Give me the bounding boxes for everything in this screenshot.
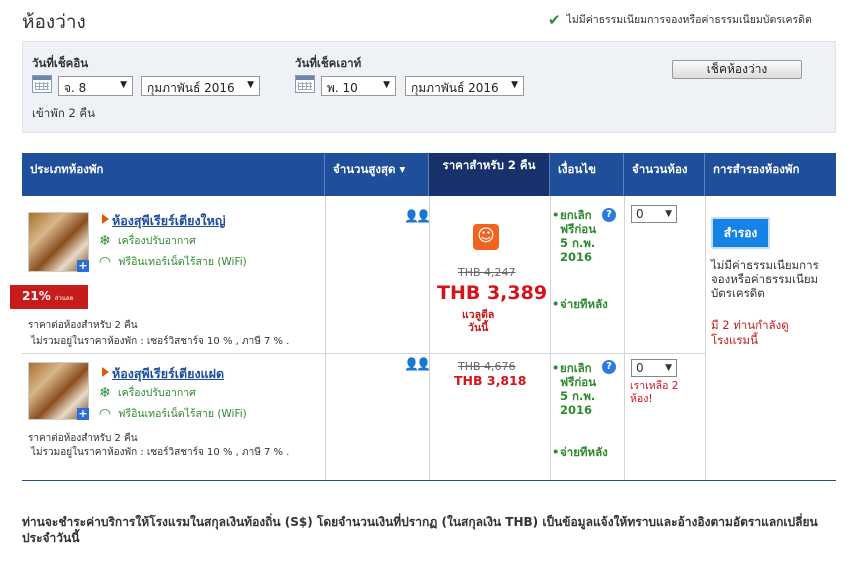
wifi-icon: ◠	[98, 405, 112, 422]
date-search-panel: วันที่เช็คอิน จ. 8 กุมภาพันธ์ 2016 วันที…	[22, 41, 836, 133]
guests-icon: 👤👤	[404, 209, 431, 223]
checkout-label: วันที่เช็คเอาท์	[295, 56, 362, 70]
room-photo[interactable]: +	[28, 362, 89, 420]
help-icon[interactable]: ?	[602, 360, 616, 374]
amenity-wifi: ◠ ฟรีอินเทอร์เน็ตไร้สาย (WiFi)	[97, 405, 247, 422]
checkmark-icon: ✔	[548, 10, 561, 29]
old-price: THB 4,676	[458, 360, 516, 373]
table-header: ประเภทห้องพัก จำนวนสูงสุด ▾ ราคาสำหรับ 2…	[22, 153, 836, 196]
free-cancel-condition: • ยกเลิกฟรีก่อน 5 ก.พ. 2016	[552, 361, 597, 417]
room-qty-select[interactable]: 0	[631, 205, 677, 223]
col-booking: การสำรองห้องพัก	[713, 162, 800, 176]
amenity-label: ฟรีอินเทอร์เน็ตไร้สาย (WiFi)	[118, 408, 247, 420]
deal-text: แวลูดีล	[462, 309, 495, 321]
booking-no-fee-text: ไม่มีค่าธรรมเนียมการจองหรือค่าธรรมเนียมบ…	[711, 258, 819, 300]
amenity-label: เครื่องปรับอากาศ	[118, 235, 196, 247]
checkin-day-select[interactable]: จ. 8	[58, 76, 133, 96]
checkin-label: วันที่เช็คอิน	[32, 56, 89, 70]
book-button[interactable]: สำรอง	[711, 217, 770, 249]
snowflake-icon: ❄	[99, 384, 111, 401]
discount-percent: 21%	[22, 289, 51, 303]
checkin-month-select[interactable]: กุมภาพันธ์ 2016	[141, 76, 260, 96]
check-availability-button[interactable]: เช็คห้องว่าง	[672, 60, 802, 79]
room-qty-select[interactable]: 0	[631, 359, 677, 377]
no-fee-notice: ✔ ไม่มีค่าธรรมเนียมการจองหรือค่าธรรมเนีย…	[548, 11, 812, 28]
col-price: ราคาสำหรับ 2 คืน	[429, 153, 550, 196]
new-price: THB 3,389	[437, 282, 548, 304]
col-max-guests[interactable]: จำนวนสูงสุด ▾	[325, 153, 429, 196]
condition-text: ยกเลิกฟรีก่อน 5 ก.พ. 2016	[560, 208, 597, 264]
pay-later-condition: • จ่ายทีหลัง	[552, 297, 608, 311]
expand-icon[interactable]: +	[77, 260, 89, 272]
amenity-wifi: ◠ ฟรีอินเทอร์เน็ตไร้สาย (WiFi)	[97, 253, 247, 270]
viewers-notice: มี 2 ท่านกำลังดูโรงแรมนี้	[711, 318, 789, 347]
condition-text: จ่ายทีหลัง	[560, 445, 608, 459]
amenity-label: ฟรีอินเทอร์เน็ตไร้สาย (WiFi)	[118, 256, 247, 268]
guests-icon: 👤👤	[404, 357, 431, 371]
room-photo[interactable]: +	[28, 212, 89, 272]
col-rooms: จำนวนห้อง	[624, 153, 705, 196]
amenity-ac: ❄ เครื่องปรับอากาศ	[97, 384, 196, 401]
snowflake-icon: ❄	[99, 232, 111, 249]
arrow-icon	[102, 214, 109, 224]
condition-text: จ่ายทีหลัง	[560, 297, 608, 311]
nights-count: เข้าพัก 2 คืน	[32, 106, 95, 120]
pay-later-condition: • จ่ายทีหลัง	[552, 445, 608, 459]
tax-note: ไม่รวมอยู่ในราคาห้องพัก : เซอร์วิสชาร์จ …	[31, 447, 290, 458]
room-name-link[interactable]: ห้องสุพีเรียร์เตียงแฝด	[112, 364, 224, 384]
old-price: THB 4,247	[458, 266, 516, 279]
amenity-label: เครื่องปรับอากาศ	[118, 387, 196, 399]
deal-label: แวลูดีล วันนี้	[462, 309, 494, 335]
new-price: THB 3,818	[454, 373, 527, 388]
discount-badge: 21% ส่วนลด	[10, 285, 88, 309]
amenity-ac: ❄ เครื่องปรับอากาศ	[97, 232, 196, 249]
rooms-table: ประเภทห้องพัก จำนวนสูงสุด ▾ ราคาสำหรับ 2…	[10, 153, 836, 481]
tax-note: ไม่รวมอยู่ในราคาห้องพัก : เซอร์วิสชาร์จ …	[31, 336, 290, 347]
col-conditions: เงื่อนไข	[550, 153, 624, 196]
arrow-icon	[102, 367, 109, 377]
expand-icon[interactable]: +	[77, 408, 89, 420]
help-icon[interactable]: ?	[602, 208, 616, 222]
checkout-day-select[interactable]: พ. 10	[321, 76, 396, 96]
page-title: ห้องว่าง	[22, 11, 86, 33]
rooms-left-notice: เราเหลือ 2 ห้อง!	[630, 380, 679, 405]
wifi-icon: ◠	[98, 253, 112, 270]
no-fee-text: ไม่มีค่าธรรมเนียมการจองหรือค่าธรรมเนียมบ…	[566, 14, 812, 26]
deal-icon: ☺	[473, 224, 499, 250]
calendar-icon[interactable]	[295, 75, 315, 93]
calendar-icon[interactable]	[32, 75, 52, 93]
checkout-month-select[interactable]: กุมภาพันธ์ 2016	[405, 76, 524, 96]
currency-footnote: ท่านจะชำระค่าบริการให้โรงแรมในสกุลเงินท้…	[22, 515, 818, 545]
price-note: ราคาต่อห้องสำหรับ 2 คืน	[28, 433, 138, 444]
free-cancel-condition: • ยกเลิกฟรีก่อน 5 ก.พ. 2016	[552, 208, 597, 264]
condition-text: ยกเลิกฟรีก่อน 5 ก.พ. 2016	[560, 361, 597, 417]
deal-text: วันนี้	[468, 322, 489, 334]
col-room-type: ประเภทห้องพัก	[22, 153, 325, 196]
price-note: ราคาต่อห้องสำหรับ 2 คืน	[28, 320, 138, 331]
room-name-link[interactable]: ห้องสุพีเรียร์เตียงใหญ่	[112, 211, 226, 231]
discount-label: ส่วนลด	[54, 295, 74, 302]
